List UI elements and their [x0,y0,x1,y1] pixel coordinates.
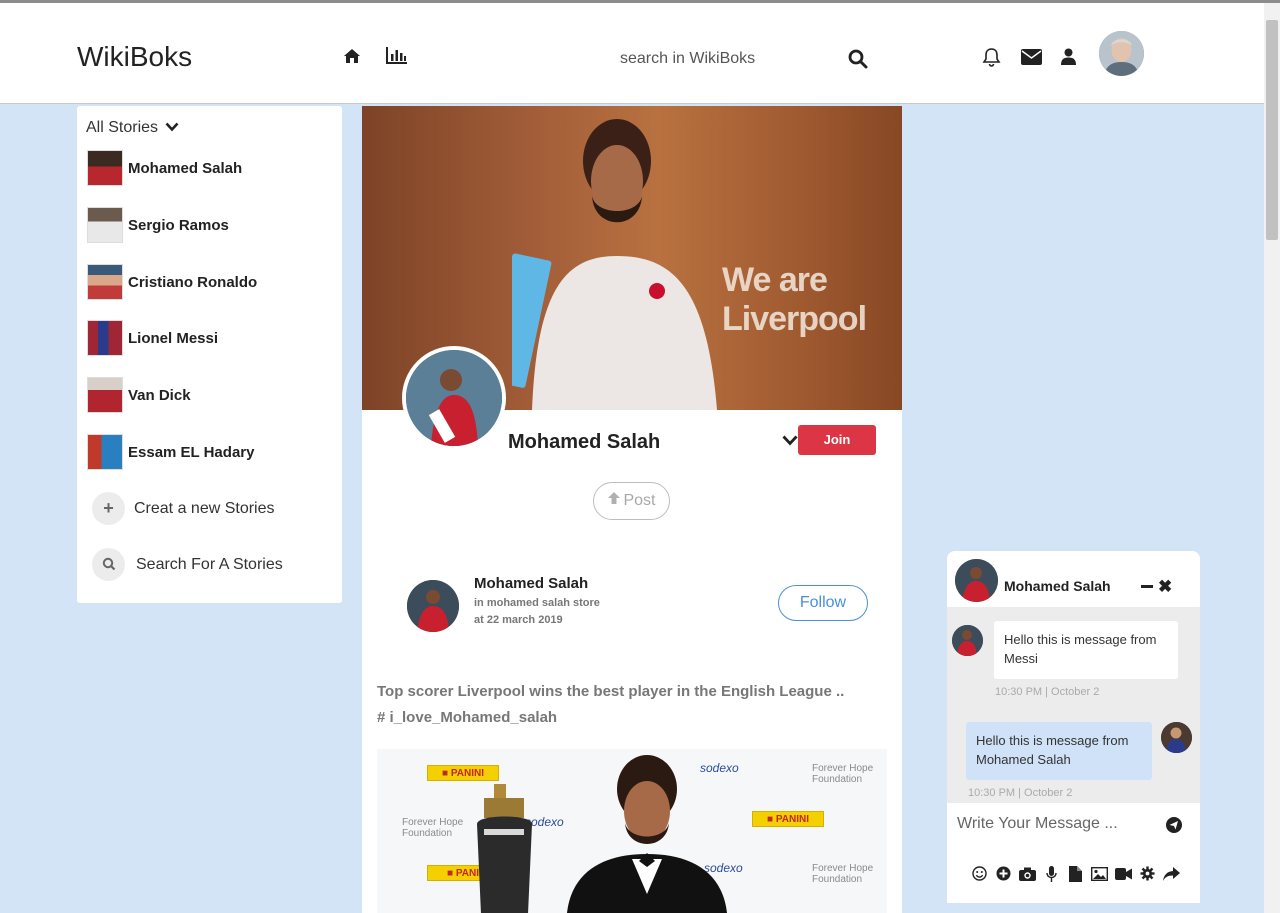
player-photo [567,755,727,913]
minimize-icon[interactable] [1141,585,1153,588]
post-button-label: Post [623,492,656,510]
sponsor-logo: Forever Hope Foundation [812,863,874,885]
message-input[interactable] [957,815,1157,833]
chat-composer [947,803,1200,903]
cover-slogan: We are Liverpool [722,261,867,338]
story-thumbnail [87,150,123,186]
bell-icon[interactable] [982,47,1001,72]
message-avatar [1161,722,1192,753]
send-icon[interactable] [1166,817,1182,838]
chat-window: Mohamed Salah ✖ Hello this is message fr… [947,551,1200,903]
home-icon[interactable] [343,48,361,69]
story-thumbnail [87,207,123,243]
sponsor-logo: ■ PANINI [427,765,499,781]
follow-button[interactable]: Follow [778,585,868,621]
all-stories-label: All Stories [86,119,159,137]
post-image[interactable]: ■ PANINI ■ PANINI ■ PANI sodexo sodexo s… [377,749,887,913]
sidebar-item-lionel-messi[interactable]: Lionel Messi [87,320,327,358]
plus-icon: + [92,492,125,525]
search-icon[interactable] [848,49,868,74]
file-icon[interactable] [1067,865,1084,882]
avatar[interactable] [1099,31,1144,76]
chevron-down-icon [165,119,179,137]
sidebar-item-cristiano-ronaldo[interactable]: Cristiano Ronaldo [87,264,327,302]
scrollbar-thumb[interactable] [1266,20,1278,240]
site-logo[interactable]: WikiBoks [77,41,192,73]
chevron-down-icon[interactable] [782,433,798,451]
profile-picture[interactable] [402,346,506,450]
search-icon [92,548,125,581]
story-thumbnail [87,434,123,470]
bar-chart-icon[interactable] [386,46,408,69]
top-navbar: WikiBoks search in WikiBoks [0,3,1264,104]
message-timestamp: 10:30 PM | October 2 [995,686,1100,698]
close-icon[interactable]: ✖ [1158,577,1172,597]
chat-contact-name: Mohamed Salah [1004,578,1111,594]
chat-avatar[interactable] [955,559,998,602]
sponsor-logo: Forever Hope Foundation [402,817,464,839]
search-stories-label: Search For A Stories [136,556,283,573]
sidebar-item-label: Sergio Ramos [128,217,229,234]
sidebar-item-label: Van Dick [128,387,191,404]
join-button[interactable]: Join [798,425,876,455]
message-timestamp: 10:30 PM | October 2 [968,787,1073,799]
chat-header[interactable]: Mohamed Salah ✖ [947,551,1200,607]
sidebar-item-label: Mohamed Salah [128,160,243,177]
post-location: in mohamed salah store [474,597,600,609]
cover-player-image [512,119,717,410]
story-thumbnail [87,264,123,300]
image-icon[interactable] [1091,865,1108,882]
sponsor-logo: Forever Hope Foundation [812,763,874,785]
sidebar-item-essam-el-hadary[interactable]: Essam EL Hadary [87,434,327,472]
user-icon[interactable] [1061,48,1076,70]
plus-circle-icon[interactable] [995,865,1012,882]
create-story-button[interactable]: + Creat a new Stories [92,492,342,528]
sidebar-item-mohamed-salah[interactable]: Mohamed Salah [87,150,327,188]
story-thumbnail [87,320,123,356]
share-icon[interactable] [1163,865,1180,882]
all-stories-dropdown[interactable]: All Stories [86,119,179,137]
video-icon[interactable] [1115,865,1132,882]
sponsor-logo: ■ PANINI [752,811,824,827]
story-thumbnail [87,377,123,413]
search-input[interactable]: search in WikiBoks [620,50,755,68]
main-feed: We are Liverpool Mohamed Salah Join Post… [362,106,902,913]
post-hashtag[interactable]: # i_love_Mohamed_salah [377,709,557,726]
sidebar-item-van-dick[interactable]: Van Dick [87,377,327,415]
post-button[interactable]: Post [593,482,670,520]
microphone-icon[interactable] [1043,865,1060,882]
post-text: Top scorer Liverpool wins the best playe… [377,683,845,700]
search-stories-button[interactable]: Search For A Stories [92,548,342,584]
post-author-avatar[interactable] [407,580,459,632]
arrow-up-icon [607,483,621,519]
sidebar-item-label: Essam EL Hadary [128,444,255,461]
message-avatar [952,625,983,656]
page-title: Mohamed Salah [508,431,661,453]
envelope-icon[interactable] [1021,49,1042,70]
post-author-name[interactable]: Mohamed Salah [474,575,588,592]
create-story-label: Creat a new Stories [134,500,275,517]
sidebar-item-label: Cristiano Ronaldo [128,274,258,291]
chat-toolbar [971,865,1180,882]
camera-icon[interactable] [1019,865,1036,882]
post-date: at 22 march 2019 [474,614,563,626]
trophy-image [477,784,532,913]
message-bubble-outgoing: Hello this is message from Mohamed Salah [966,722,1152,780]
smile-icon[interactable] [971,865,988,882]
gear-icon[interactable] [1139,865,1156,882]
sidebar-item-sergio-ramos[interactable]: Sergio Ramos [87,207,327,245]
sidebar-item-label: Lionel Messi [128,330,219,347]
chat-messages: Hello this is message from Messi 10:30 P… [947,607,1200,803]
message-bubble-incoming: Hello this is message from Messi [994,621,1178,679]
stories-sidebar: All Stories Mohamed Salah Sergio Ramos C… [77,106,342,603]
